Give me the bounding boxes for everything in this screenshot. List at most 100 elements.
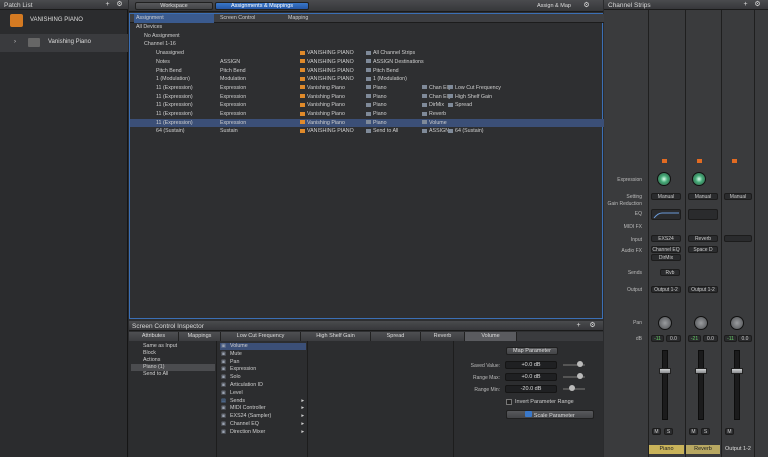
mapping-segment[interactable]: VANISHING PIANO [300, 67, 354, 76]
disclosure-icon[interactable]: › [14, 39, 16, 45]
mapping-segment[interactable]: DirMix [422, 101, 444, 110]
source-list-item[interactable]: Same as Input [131, 343, 215, 350]
patch-item[interactable]: › Vanishing Piano [0, 34, 128, 52]
inspector-tab[interactable]: High Shelf Gain [301, 332, 371, 341]
mapping-segment[interactable]: 1 (Modulation) [366, 75, 407, 84]
target-list-item[interactable]: ▣ Level [220, 390, 306, 397]
target-list-item[interactable]: ▣ Solo [220, 374, 306, 381]
source-list-item[interactable]: Block [131, 350, 215, 357]
scale-parameter-button[interactable]: Scale Parameter [506, 410, 594, 419]
fader-cap[interactable] [695, 368, 707, 374]
mapping-segment[interactable]: Piano [366, 110, 387, 119]
mapping-segment[interactable]: Reverb [422, 110, 446, 119]
mapping-segment[interactable]: 64 (Sustain) [448, 127, 484, 136]
target-list-item[interactable]: ▣ Direction Mixer ▸ [220, 429, 306, 436]
assignment-row[interactable]: Unassigned VANISHING PIANO All Channel Str… [130, 49, 604, 58]
saved-value-field[interactable]: +0.0 dB [505, 361, 557, 369]
mapping-segment[interactable]: Vanishing Piano [300, 101, 345, 110]
range-min-field[interactable]: -20.0 dB [505, 385, 557, 393]
gear-icon[interactable]: ⚙ [116, 1, 123, 8]
eq-thumbnail[interactable] [688, 209, 718, 220]
source-list-item[interactable]: Actions [131, 357, 215, 364]
mapping-segment[interactable]: Volume [422, 119, 447, 128]
strip-name-output[interactable]: Output 1-2 [722, 445, 754, 454]
column-screen-control[interactable]: Screen Control [220, 14, 255, 23]
mapping-segment[interactable]: Chan EQ [422, 93, 451, 102]
setting-button[interactable]: Manual [724, 193, 752, 200]
target-list-item[interactable]: ▤ Sends ▸ [220, 398, 306, 405]
add-icon[interactable]: + [742, 1, 749, 8]
target-list-item[interactable]: ▣ Mute [220, 351, 306, 358]
mapping-segment[interactable]: ASSIGN Destinations [366, 58, 424, 67]
strip-name-piano[interactable]: Piano [649, 445, 684, 454]
assignment-row[interactable]: All Devices [130, 23, 604, 32]
mapping-segment[interactable]: VANISHING PIANO [300, 49, 354, 58]
setting-button[interactable]: Manual [651, 193, 681, 200]
fader-cap[interactable] [659, 368, 671, 374]
tab-assignments-mappings[interactable]: Assignments & Mappings [215, 2, 309, 10]
mapping-segment[interactable]: Piano [366, 119, 387, 128]
range-max-slider[interactable] [563, 373, 585, 379]
pan-knob[interactable] [730, 316, 744, 330]
column-mapping[interactable]: Mapping [288, 14, 308, 23]
audio-fx-slot[interactable]: Channel EQ [651, 246, 681, 253]
range-min-slider[interactable] [563, 385, 585, 391]
assign-map-button[interactable]: Assign & Map [537, 3, 571, 9]
inspector-tab[interactable]: Mappings [179, 332, 221, 341]
volume-fader[interactable] [662, 350, 668, 420]
gear-icon[interactable]: ⚙ [583, 2, 590, 9]
assignment-row[interactable]: 11 (Expression) Expression Vanishing Piano… [130, 93, 604, 102]
target-list-item[interactable]: ▣ Volume [220, 343, 306, 350]
expression-knob[interactable] [692, 172, 706, 186]
map-parameter-button[interactable]: Map Parameter [506, 347, 558, 355]
mapping-segment[interactable]: Vanishing Piano [300, 110, 345, 119]
mapping-segment[interactable]: VANISHING PIANO [300, 75, 354, 84]
eq-thumbnail[interactable] [651, 209, 681, 220]
fader-cap[interactable] [731, 368, 743, 374]
mapping-segment[interactable]: Piano [366, 93, 387, 102]
output-slot[interactable]: Output 1-2 [688, 286, 718, 293]
target-list-item[interactable]: ▣ Channel EQ ▸ [220, 421, 306, 428]
mapping-segment[interactable]: Pitch Bend [366, 67, 399, 76]
assignment-row[interactable]: 1 (Modulation) Modulation VANISHING PIANO 1… [130, 75, 604, 84]
range-max-field[interactable]: +0.0 dB [505, 373, 557, 381]
target-list-item[interactable]: ▣ Articulation ID [220, 382, 306, 389]
mapping-segment[interactable]: Vanishing Piano [300, 84, 345, 93]
assignment-row[interactable]: 11 (Expression) Expression Vanishing Piano… [130, 84, 604, 93]
pan-knob[interactable] [658, 316, 672, 330]
invert-checkbox[interactable] [506, 399, 512, 405]
saved-value-slider[interactable] [563, 361, 585, 367]
volume-fader[interactable] [698, 350, 704, 420]
mapping-segment[interactable]: Chan EQ [422, 84, 451, 93]
assignment-row[interactable]: 11 (Expression) Expression Vanishing Piano… [130, 101, 604, 110]
audio-fx-slot[interactable]: DirMix [651, 254, 681, 261]
mapping-segment[interactable]: Spread [448, 101, 472, 110]
inspector-tab[interactable]: Volume [465, 332, 517, 341]
tab-workspace[interactable]: Workspace [135, 2, 213, 10]
inspector-tab[interactable]: Attributes [129, 332, 179, 341]
target-list-item[interactable]: ▣ EXS24 (Sampler) ▸ [220, 413, 306, 420]
inspector-tab[interactable]: Spread [371, 332, 421, 341]
source-list-item[interactable]: Piano (1) [131, 364, 215, 371]
inspector-tab[interactable]: Reverb [421, 332, 465, 341]
mapping-segment[interactable]: All Channel Strips [366, 49, 415, 58]
mute-button[interactable]: M [725, 428, 734, 435]
assignment-row[interactable]: Notes ASSIGN VANISHING PIANO ASSIGN Destina… [130, 58, 604, 67]
mapping-segment[interactable]: ASSIGN [422, 127, 449, 136]
mapping-segment[interactable]: Low Cut Frequency [448, 84, 501, 93]
assignment-row[interactable]: 11 (Expression) Expression Vanishing Piano… [130, 110, 604, 119]
gear-icon[interactable]: ⚙ [589, 322, 596, 329]
mapping-segment[interactable]: Send to All [366, 127, 398, 136]
volume-fader[interactable] [734, 350, 740, 420]
pan-knob[interactable] [694, 316, 708, 330]
mapping-segment[interactable]: VANISHING PIANO [300, 58, 354, 67]
target-list-item[interactable]: ▣ MIDI Controller ▸ [220, 405, 306, 412]
mute-button[interactable]: M [689, 428, 698, 435]
assignment-row[interactable]: 11 (Expression) Expression Vanishing Piano… [130, 118, 604, 128]
gear-icon[interactable]: ⚙ [754, 1, 761, 8]
column-assignment[interactable]: Assignment [134, 14, 214, 23]
assignment-row[interactable]: No Assignment [130, 32, 604, 41]
inspector-tab[interactable]: Low Cut Frequency [221, 332, 301, 341]
input-slot[interactable]: Reverb [688, 235, 718, 242]
solo-button[interactable]: S [664, 428, 673, 435]
